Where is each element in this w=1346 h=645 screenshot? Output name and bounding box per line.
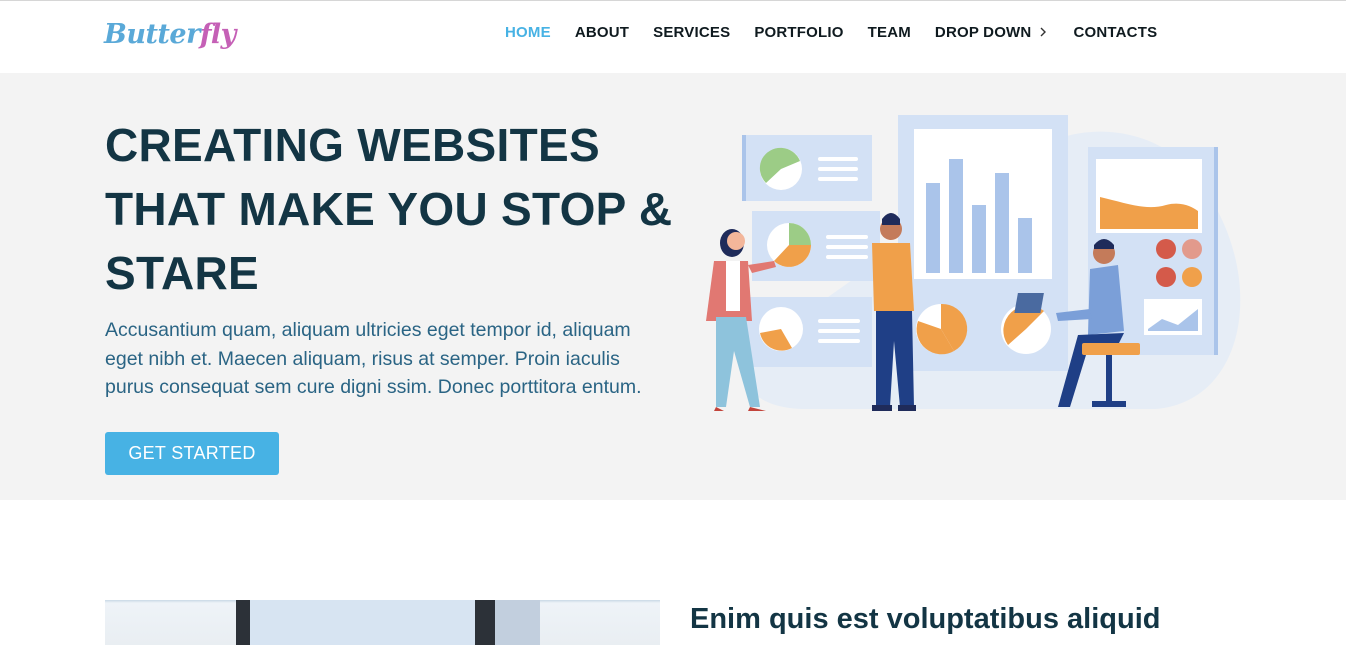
nav-contacts-label: CONTACTS <box>1073 23 1158 41</box>
nav-contacts[interactable]: CONTACTS <box>1073 24 1157 41</box>
chevron-right-icon <box>1040 27 1047 37</box>
nav-services[interactable]: SERVICES <box>653 24 730 41</box>
hero-section: CREATING WEBSITES THAT MAKE YOU STOP & S… <box>0 73 1346 500</box>
nav-services-label: SERVICES <box>653 23 731 41</box>
logo-text-part1: Butter <box>104 19 200 50</box>
photo-window <box>495 600 540 645</box>
nav-about[interactable]: ABOUT <box>575 24 629 41</box>
nav-home-label: HOME <box>505 23 551 41</box>
nav-portfolio[interactable]: PORTFOLIO <box>754 24 843 41</box>
site-header: Butterfly HOME ABOUT SERVICES PORTFOLIO … <box>0 1 1346 73</box>
main-nav: HOME ABOUT SERVICES PORTFOLIO TEAM DROP … <box>493 1 1169 63</box>
photo-window <box>250 600 475 645</box>
hero-title: CREATING WEBSITES THAT MAKE YOU STOP & S… <box>105 119 673 299</box>
nav-team-label: TEAM <box>867 23 911 41</box>
get-started-button[interactable]: GET STARTED <box>105 432 279 475</box>
logo-text-part2: fly <box>199 19 237 50</box>
photo-frame-post <box>475 600 495 645</box>
nav-dropdown-label: DROP DOWN <box>934 23 1032 41</box>
nav-about-label: ABOUT <box>574 23 630 41</box>
hero-description: Accusantium quam, aliquam ultricies eget… <box>105 319 642 398</box>
nav-dropdown[interactable]: DROP DOWN <box>935 24 1050 41</box>
about-title: Enim quis est voluptatibus aliquid <box>690 603 1161 635</box>
nav-portfolio-label: PORTFOLIO <box>754 23 844 41</box>
photo-frame-post <box>236 600 250 645</box>
analytics-dashboard-illustration <box>706 115 1241 411</box>
office-photo <box>105 600 660 645</box>
brand-logo[interactable]: Butterfly <box>104 19 236 55</box>
nav-team[interactable]: TEAM <box>868 24 911 41</box>
nav-home[interactable]: HOME <box>505 24 551 41</box>
